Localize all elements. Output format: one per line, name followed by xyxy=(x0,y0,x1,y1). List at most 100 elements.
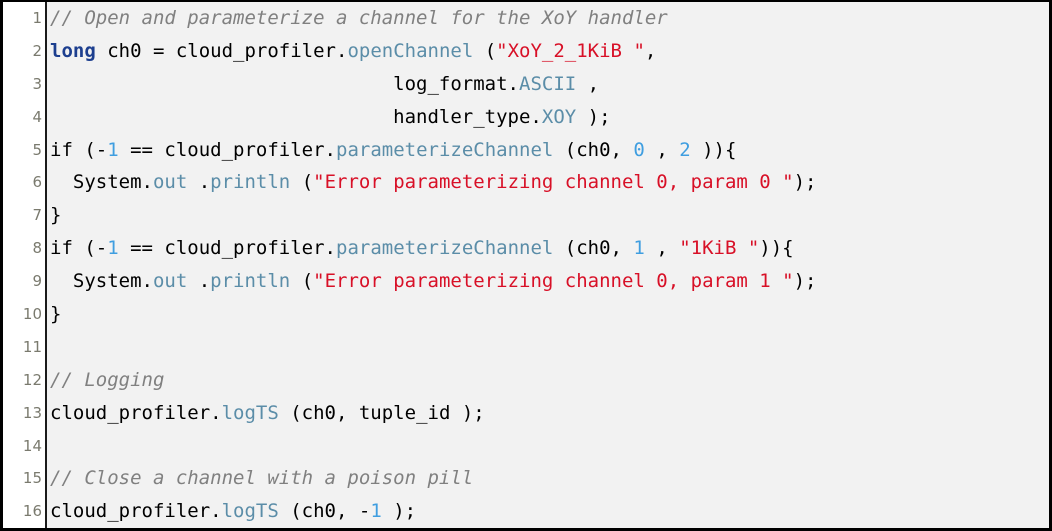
token-plain: ); xyxy=(576,105,611,128)
token-plain: )){ xyxy=(759,237,794,260)
token-plain: } xyxy=(50,303,62,326)
token-plain: System. xyxy=(50,171,153,194)
token-plain: } xyxy=(50,204,62,227)
code-line[interactable]: 3 log_format.ASCII , xyxy=(3,68,1049,101)
line-number: 14 xyxy=(22,436,42,455)
token-comment: // Logging xyxy=(50,368,165,391)
code-line[interactable]: 10} xyxy=(3,298,1049,331)
token-number: 1 xyxy=(370,500,382,523)
token-plain: ( xyxy=(473,39,497,62)
code-line[interactable]: 4 handler_type.XOY ); xyxy=(3,101,1049,134)
token-plain: , xyxy=(576,72,600,95)
line-number: 8 xyxy=(32,239,42,258)
code-line-content[interactable]: // Close a channel with a poison pill xyxy=(47,462,1049,495)
line-number: 15 xyxy=(22,469,42,488)
token-plain: if (- xyxy=(50,138,108,161)
code-line-content[interactable]: if (-1 == cloud_profiler.parameterizeCha… xyxy=(47,134,1049,167)
token-plain: (ch0, xyxy=(553,138,634,161)
token-plain: (ch0, xyxy=(553,237,634,260)
token-number: 0 xyxy=(633,138,645,161)
token-plain: (ch0, - xyxy=(278,500,371,523)
line-number: 11 xyxy=(22,337,42,356)
code-lines-container[interactable]: 1 // Open and parameterize a channel for … xyxy=(3,2,1049,528)
token-plain: log_format. xyxy=(50,72,519,95)
code-line-content[interactable]: cloud_profiler.logTS (ch0, -1 ); xyxy=(47,495,1049,528)
token-plain: , xyxy=(644,237,680,260)
line-number: 1 xyxy=(32,9,42,27)
token-comment: // Open and parameterize a channel for t… xyxy=(50,7,668,29)
code-line-content[interactable]: // Open and parameterize a channel for t… xyxy=(47,2,1049,35)
line-number: 13 xyxy=(22,403,42,422)
code-line[interactable]: 5 if (-1 == cloud_profiler.parameterizeCh… xyxy=(3,134,1049,167)
code-line-content[interactable]: } xyxy=(47,298,1049,331)
token-method: println xyxy=(210,270,291,293)
code-line[interactable]: 1 // Open and parameterize a channel for … xyxy=(3,2,1049,35)
token-number: 1 xyxy=(633,237,645,260)
token-plain: cloud_profiler. xyxy=(50,500,222,523)
token-number: 1 xyxy=(107,237,119,260)
code-line[interactable]: 11 xyxy=(3,331,1049,364)
line-number: 2 xyxy=(32,41,42,60)
code-line[interactable]: 16 cloud_profiler.logTS (ch0, -1 ); xyxy=(3,495,1049,528)
code-line-content[interactable]: long ch0 = cloud_profiler.openChannel ("… xyxy=(47,35,1049,68)
token-method: logTS xyxy=(221,401,279,424)
line-number: 9 xyxy=(32,272,42,291)
code-line-content[interactable]: cloud_profiler.logTS (ch0, tuple_id ); xyxy=(47,397,1049,430)
token-plain: ); xyxy=(793,270,817,293)
code-line-content[interactable]: System.out .println ("Error parameterizi… xyxy=(47,265,1049,298)
token-method: println xyxy=(210,171,291,194)
code-line[interactable]: 7} xyxy=(3,199,1049,232)
token-number: 1 xyxy=(107,138,119,161)
code-line[interactable]: 2 long ch0 = cloud_profiler.openChannel (… xyxy=(3,35,1049,68)
token-plain: ); xyxy=(381,500,417,523)
code-line[interactable]: 9 System.out .println ("Error parameteri… xyxy=(3,265,1049,298)
token-plain: . xyxy=(187,171,211,194)
token-method: logTS xyxy=(221,500,279,523)
code-line-content[interactable]: System.out .println ("Error parameterizi… xyxy=(47,166,1049,199)
token-method: out xyxy=(152,171,188,194)
code-line[interactable]: 13 cloud_profiler.logTS (ch0, tuple_id ); xyxy=(3,397,1049,430)
token-method: parameterizeChannel xyxy=(336,237,554,260)
token-method: XOY xyxy=(541,105,577,128)
token-string: "1KiB " xyxy=(679,237,760,260)
code-line[interactable]: 6 System.out .println ("Error parameteri… xyxy=(3,166,1049,199)
token-string: "XoY_2_1KiB " xyxy=(496,39,645,62)
token-string: "Error parameterizing channel 0, param 0… xyxy=(313,171,794,194)
line-number: 4 xyxy=(32,107,42,126)
code-line-content[interactable] xyxy=(47,430,1049,463)
token-plain: )){ xyxy=(690,138,737,161)
token-plain: (ch0, tuple_id ); xyxy=(278,401,485,424)
token-plain: ch0 = cloud_profiler. xyxy=(95,39,348,62)
token-plain: , xyxy=(644,39,657,62)
code-line[interactable]: 15 // Close a channel with a poison pill xyxy=(3,462,1049,495)
token-plain: ); xyxy=(793,171,817,194)
token-plain: == cloud_profiler. xyxy=(118,138,336,161)
token-plain: , xyxy=(644,138,680,161)
token-plain: if (- xyxy=(50,237,108,260)
code-line-content[interactable]: if (-1 == cloud_profiler.parameterizeCha… xyxy=(47,232,1049,265)
line-number: 12 xyxy=(22,370,42,389)
code-line[interactable]: 14 xyxy=(3,430,1049,463)
token-number: 2 xyxy=(679,138,691,161)
token-plain: ( xyxy=(290,270,314,293)
token-method: parameterizeChannel xyxy=(336,138,554,161)
token-comment: // Close a channel with a poison pill xyxy=(50,467,474,490)
token-method: out xyxy=(152,270,188,293)
token-plain: . xyxy=(187,270,211,293)
code-line[interactable]: 12 // Logging xyxy=(3,364,1049,397)
code-line-content[interactable]: handler_type.XOY ); xyxy=(47,101,1049,134)
token-plain: ( xyxy=(290,171,314,194)
code-line[interactable]: 8 if (-1 == cloud_profiler.parameterizeCh… xyxy=(3,232,1049,265)
token-plain: cloud_profiler. xyxy=(50,401,222,424)
code-line-content[interactable]: } xyxy=(47,199,1049,232)
code-line-content[interactable] xyxy=(47,331,1049,364)
token-plain: System. xyxy=(50,270,153,293)
code-listing-frame: 1 // Open and parameterize a channel for … xyxy=(0,0,1052,531)
line-number: 7 xyxy=(32,206,42,225)
code-line-content[interactable]: log_format.ASCII , xyxy=(47,68,1049,101)
line-number: 10 xyxy=(22,305,42,324)
line-number: 6 xyxy=(32,173,42,192)
token-method: openChannel xyxy=(347,39,474,62)
token-string: "Error parameterizing channel 0, param 1… xyxy=(313,270,794,293)
code-line-content[interactable]: // Logging xyxy=(47,364,1049,397)
